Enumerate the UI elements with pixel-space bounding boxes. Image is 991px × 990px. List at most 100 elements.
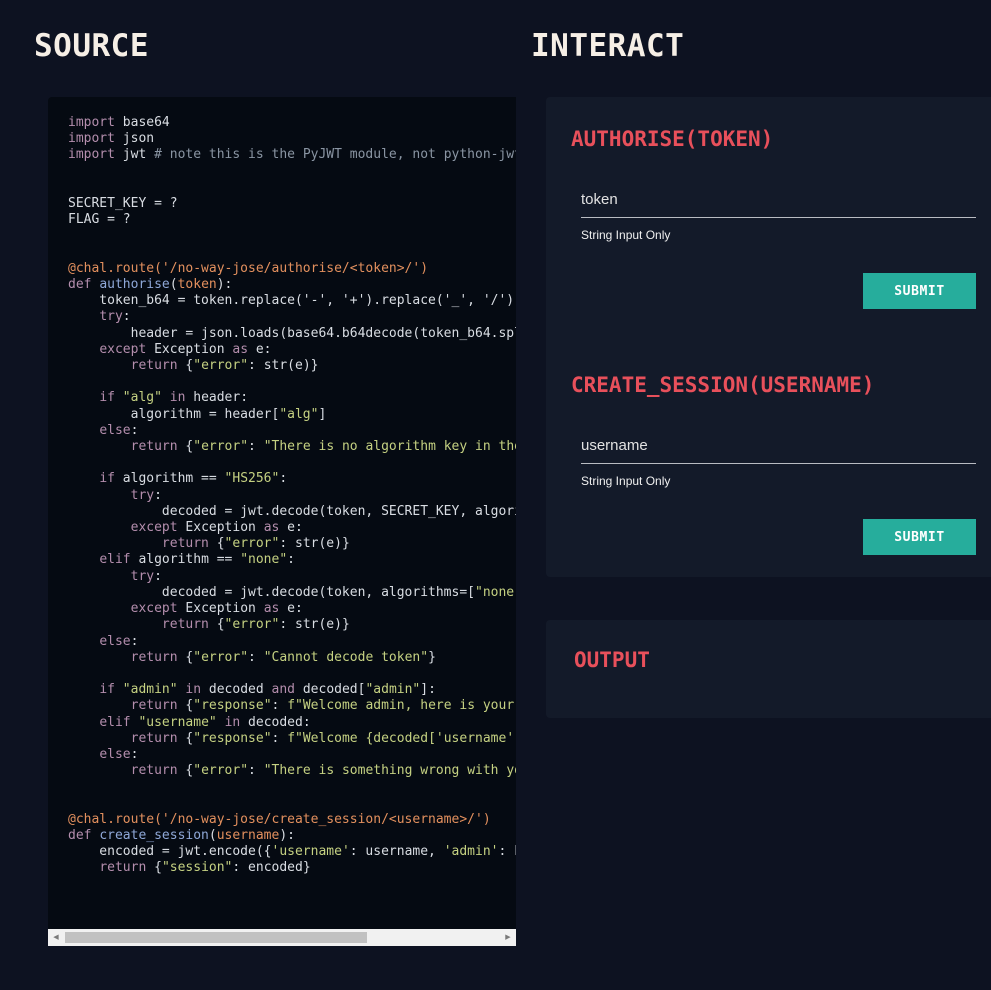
code-token: 'admin' <box>443 844 499 860</box>
username-input-hint: String Input Only <box>581 474 671 488</box>
code-token: algorithm == <box>114 471 225 487</box>
code-token: "admin" <box>122 682 178 698</box>
code-token: { <box>177 730 194 746</box>
code-token: ] <box>318 406 327 422</box>
source-code-panel[interactable]: import base64 import json import jwt # n… <box>48 97 516 946</box>
code-token: ]: <box>420 682 436 698</box>
code-token: token_b64 = token.replace('-', '+').repl… <box>68 293 515 309</box>
code-token: } <box>428 649 436 665</box>
code-line: decoded = jwt.decode(token, algorithms=[… <box>68 585 516 600</box>
source-heading: SOURCE <box>34 28 149 64</box>
code-token: @chal.route('/no-way-jose/create_session… <box>68 811 491 827</box>
code-token: return <box>130 358 178 374</box>
code-token: as <box>232 341 249 357</box>
username-field <box>581 428 976 464</box>
authorise-submit-button[interactable]: SUBMIT <box>863 273 976 309</box>
scrollbar-thumb[interactable] <box>65 932 367 943</box>
code-token: return <box>130 730 178 746</box>
code-token: "response" <box>193 698 272 714</box>
code-line: def authorise(token): <box>68 277 232 292</box>
code-token: and <box>271 682 296 698</box>
code-token: username <box>216 827 280 843</box>
code-line: else: <box>68 747 138 762</box>
code-token: in <box>224 714 241 730</box>
code-token: import <box>68 115 115 130</box>
code-token: "error" <box>193 763 249 779</box>
code-token: f"Welcome admin, here is your flag: {FLA… <box>287 698 515 714</box>
code-token: header = json.loads(base64.b64decode(tok… <box>130 325 516 341</box>
horizontal-scrollbar[interactable]: ◀ ▶ <box>48 929 516 946</box>
triangle-left-icon[interactable]: ◀ <box>48 929 64 946</box>
code-token: return <box>161 536 209 552</box>
code-line: def create_session(username): <box>68 828 295 843</box>
code-token: decoded: <box>240 714 311 730</box>
code-line: except Exception as e: <box>68 601 303 616</box>
code-token: encoded = jwt.encode({ <box>68 844 272 860</box>
code-token: : <box>154 568 162 584</box>
triangle-right-icon[interactable]: ▶ <box>500 929 516 946</box>
code-token: decoded = jwt.decode(token, algorithms=[ <box>68 584 475 600</box>
create-session-form-title: CREATE_SESSION(USERNAME) <box>571 373 875 397</box>
code-token: try <box>130 568 155 584</box>
code-token: 'username' <box>271 844 350 860</box>
code-token: try <box>99 309 123 325</box>
username-input[interactable] <box>581 428 976 463</box>
code-token: "error" <box>193 649 249 665</box>
code-token: Exception <box>177 601 264 617</box>
code-token: algorithm == <box>130 552 241 568</box>
code-line: if "alg" in header: <box>68 390 248 405</box>
code-token: "admin" <box>365 682 421 698</box>
code-token: : <box>248 439 264 455</box>
code-token: { <box>177 358 194 374</box>
code-token: return <box>130 698 178 714</box>
code-token: return <box>161 617 209 633</box>
code-token: { <box>177 439 194 455</box>
token-field <box>581 182 976 218</box>
token-input[interactable] <box>581 182 976 217</box>
code-token: "error" <box>224 536 280 552</box>
authorise-form-title: AUTHORISE(TOKEN) <box>571 127 774 151</box>
code-token: "none" <box>475 584 516 600</box>
code-token: "session" <box>161 860 233 876</box>
code-line: elif algorithm == "none": <box>68 552 295 567</box>
code-token: { <box>177 649 194 665</box>
create-session-submit-button[interactable]: SUBMIT <box>863 519 976 555</box>
code-token: Exception <box>177 520 264 536</box>
code-token: if <box>99 682 115 698</box>
code-line: except Exception as e: <box>68 341 271 357</box>
code-line: @chal.route('/no-way-jose/create_session… <box>68 812 491 827</box>
code-line: return {"error": "Cannot decode token"} <box>68 650 436 665</box>
code-token: if <box>99 471 115 487</box>
code-token: : <box>130 633 139 649</box>
code-token: try <box>130 487 155 503</box>
token-input-hint: String Input Only <box>581 228 671 242</box>
interact-forms-card: AUTHORISE(TOKEN) String Input Only SUBMI… <box>546 97 991 577</box>
code-line: return {"response": f"Welcome {decoded['… <box>68 731 516 746</box>
code-token: except <box>130 601 178 617</box>
code-token: : <box>122 309 131 325</box>
code-token: : <box>130 746 139 762</box>
code-token: : False}, SECRET_KEY, algorithm= <box>498 844 517 860</box>
code-line: return {"error": "There is something wro… <box>68 763 516 778</box>
code-token: f"Welcome {decoded['username']}" <box>287 730 516 746</box>
code-token: "none" <box>240 552 288 568</box>
code-token: create_session <box>99 827 209 843</box>
code-token: ): <box>216 277 233 293</box>
code-token: : str(e)} <box>279 536 350 552</box>
code-token: "alg" <box>279 406 319 422</box>
code-token: decoded = jwt.decode(token, SECRET_KEY, … <box>161 503 516 519</box>
code-token: "alg" <box>122 390 162 406</box>
code-line: else: <box>68 423 138 438</box>
code-token: jwt <box>114 147 155 163</box>
